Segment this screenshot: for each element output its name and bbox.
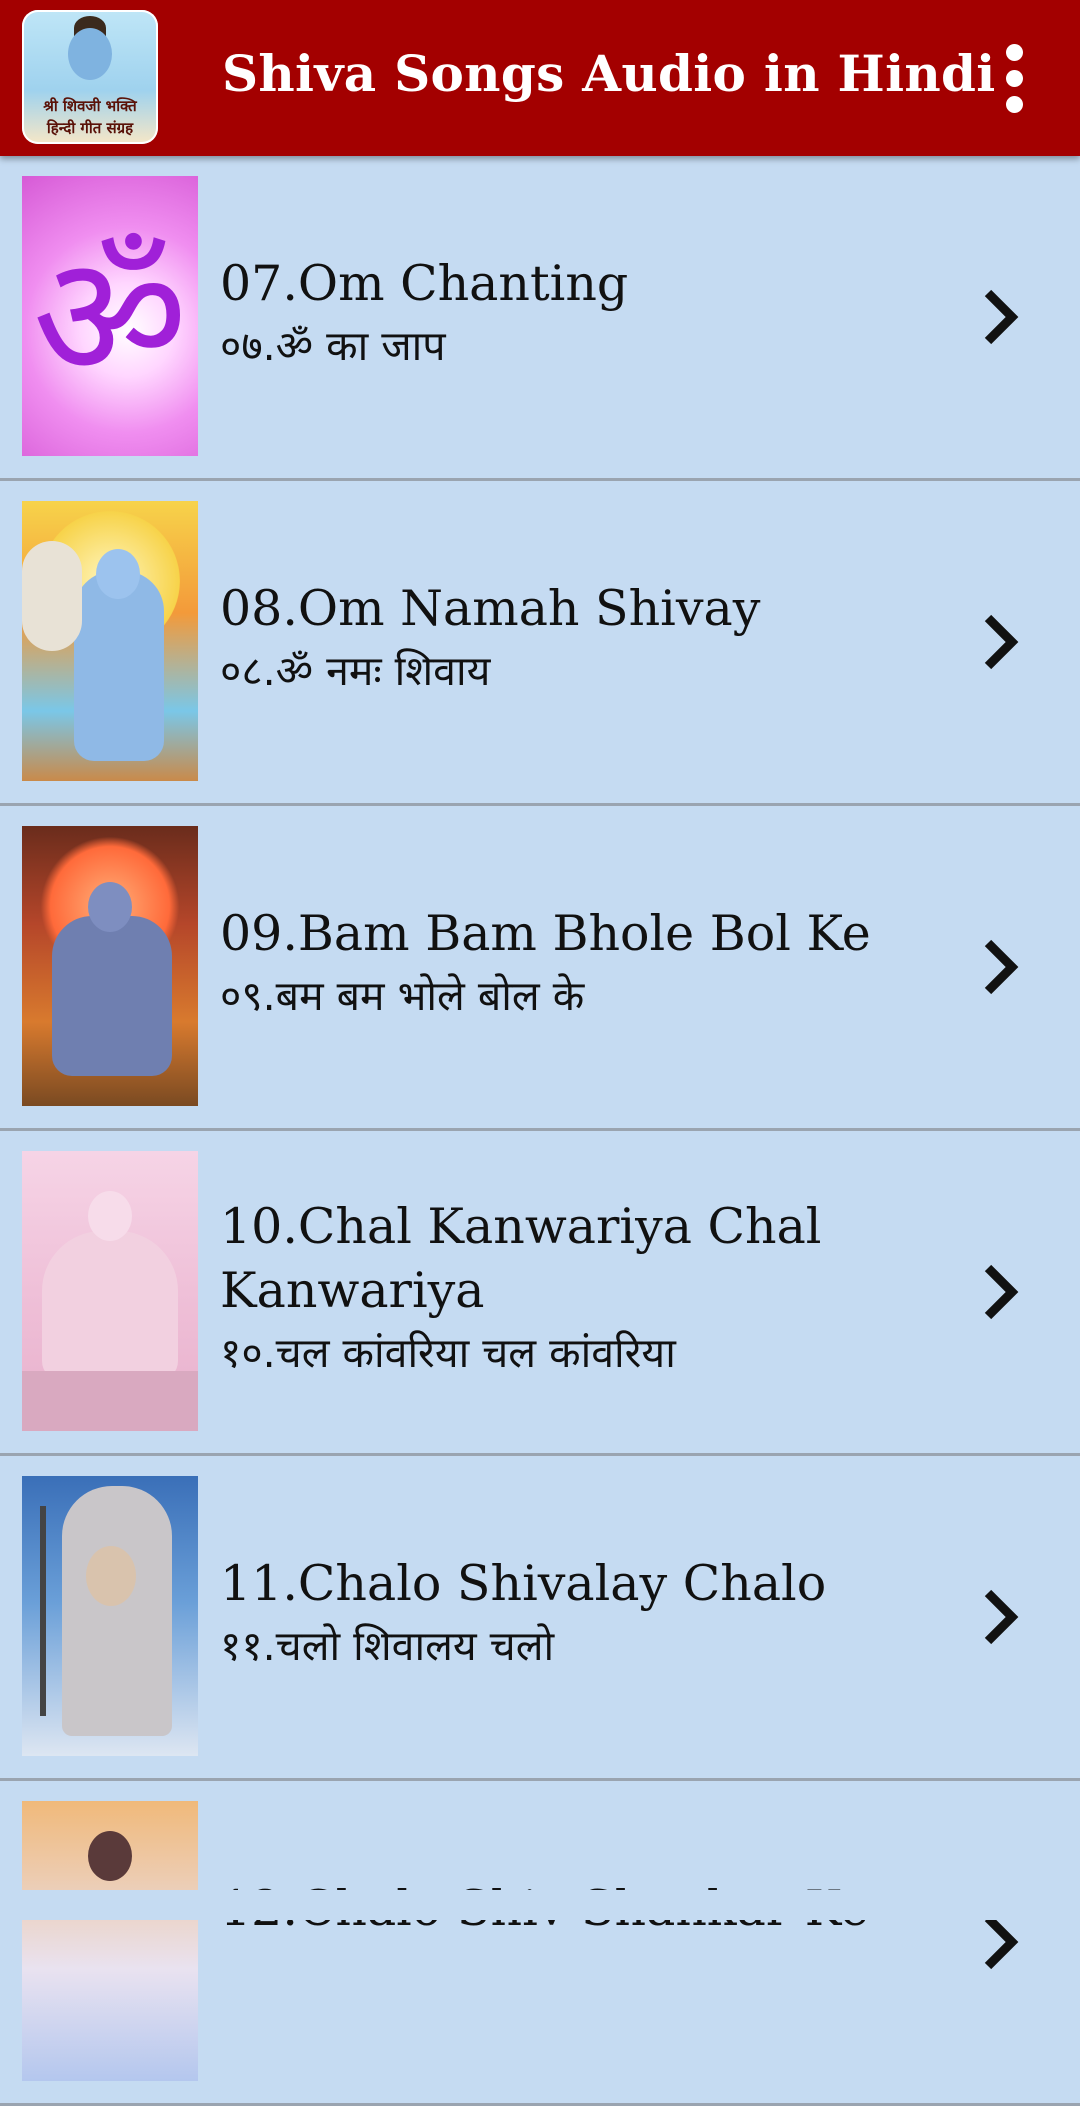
more-dot <box>1006 96 1023 113</box>
list-item-text: 07.Om Chanting ०७.ॐ का जाप <box>220 252 940 376</box>
app-bar: श्री शिवजी भक्ति हिन्दी गीत संग्रह Shiva… <box>0 0 1080 156</box>
figure-shape <box>52 916 172 1076</box>
list-item-text: 08.Om Namah Shivay ०८.ॐ नमः शिवाय <box>220 577 940 701</box>
chevron-right-icon <box>980 287 1020 347</box>
chevron-right-icon <box>980 1587 1020 1647</box>
trident-shape <box>40 1506 46 1716</box>
head-shape <box>88 1831 132 1881</box>
chevron-right-icon <box>980 612 1020 672</box>
om-symbol-image: ॐ <box>22 176 198 456</box>
song-title: 11.Chalo Shivalay Chalo <box>220 1555 827 1612</box>
song-list: ॐ 07.Om Chanting ०७.ॐ का जाप 08.Om Namah… <box>0 156 1080 2106</box>
chevron-right-icon <box>980 1262 1020 1322</box>
list-item[interactable]: 12.Chalo Shiv Shankar Ke <box>0 1781 1080 2106</box>
song-title: 10.Chal Kanwariya Chal Kanwariya <box>220 1198 822 1319</box>
song-title: 07.Om Chanting <box>220 255 629 312</box>
shiva-with-trident-image <box>22 1476 198 1756</box>
figure-shape <box>42 1231 178 1381</box>
figure-shape <box>74 571 164 761</box>
chevron-right-icon <box>980 937 1020 997</box>
nandi-shape <box>22 541 82 651</box>
song-title: 08.Om Namah Shivay <box>220 580 761 637</box>
song-subtitle-hindi: ११.चलो शिवालय चलो <box>220 1622 555 1670</box>
list-item-text: 09.Bam Bam Bhole Bol Ke ०९.बम बम भोले बो… <box>220 902 940 1026</box>
song-title: 09.Bam Bam Bhole Bol Ke <box>220 905 871 962</box>
list-item[interactable]: 09.Bam Bam Bhole Bol Ke ०९.बम बम भोले बो… <box>0 806 1080 1131</box>
more-dot <box>1006 70 1023 87</box>
more-dot <box>1006 44 1023 61</box>
list-item[interactable]: ॐ 07.Om Chanting ०७.ॐ का जाप <box>0 156 1080 481</box>
head-shape <box>96 549 140 599</box>
song-subtitle-hindi: ०७.ॐ का जाप <box>220 322 446 370</box>
list-item[interactable]: 08.Om Namah Shivay ०८.ॐ नमः शिवाय <box>0 481 1080 806</box>
list-item-text: 11.Chalo Shivalay Chalo ११.चलो शिवालय चल… <box>220 1552 940 1676</box>
svg-text:ॐ: ॐ <box>32 219 187 417</box>
list-item[interactable]: 11.Chalo Shivalay Chalo ११.चलो शिवालय चल… <box>0 1456 1080 1781</box>
shiva-temple-image <box>22 1801 198 2081</box>
app-title: Shiva Songs Audio in Hindi <box>222 44 996 103</box>
arch-shape <box>62 1486 172 1736</box>
song-subtitle-hindi: ०९.बम बम भोले बोल के <box>220 972 585 1020</box>
base-shape <box>22 1371 198 1431</box>
om-glyph: ॐ <box>32 219 187 417</box>
logo-caption-line1: श्री शिवजी भक्ति <box>43 97 137 115</box>
logo-face-shape <box>68 28 112 80</box>
list-item-text: 10.Chal Kanwariya Chal Kanwariya १०.चल क… <box>220 1195 940 1383</box>
chevron-right-icon <box>980 1912 1020 1972</box>
bottom-edge <box>0 1890 1080 1920</box>
head-shape <box>88 1191 132 1241</box>
list-item[interactable]: 10.Chal Kanwariya Chal Kanwariya १०.चल क… <box>0 1131 1080 1456</box>
head-shape <box>88 882 132 932</box>
logo-caption-line2: हिन्दी गीत संग्रह <box>46 119 134 137</box>
head-shape <box>86 1546 136 1606</box>
song-subtitle-hindi: ०८.ॐ नमः शिवाय <box>220 647 491 695</box>
more-vert-icon[interactable] <box>990 40 1040 116</box>
shiva-pink-image <box>22 1151 198 1431</box>
app-logo: श्री शिवजी भक्ति हिन्दी गीत संग्रह <box>22 10 158 144</box>
shiva-meditating-image <box>22 826 198 1106</box>
song-subtitle-hindi: १०.चल कांवरिया चल कांवरिया <box>220 1329 676 1377</box>
shiva-with-nandi-image <box>22 501 198 781</box>
